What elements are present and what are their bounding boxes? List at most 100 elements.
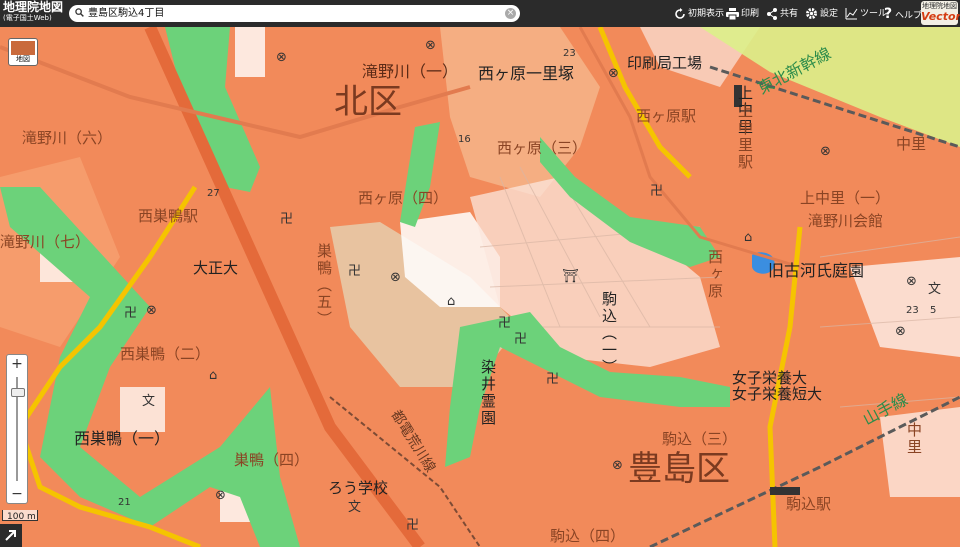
print-label: 印刷 [741, 9, 760, 19]
printer-icon [726, 7, 739, 20]
temple-icon: 卍 [124, 306, 138, 321]
app-brand[interactable]: 地理院地図 (電子国土Web) [3, 1, 63, 26]
shrine-icon: ⛩ [562, 269, 579, 284]
map-type-switch[interactable]: 地図 [8, 38, 38, 66]
police-icon: ⊗ [612, 458, 623, 473]
area-label: 巣鴨（五） [315, 243, 333, 328]
area-label: 西ヶ原一里塚 [478, 64, 575, 83]
search-box[interactable]: 豊島区駒込4丁目 × [69, 5, 520, 22]
facility-label: 旧古河氏庭園 [768, 261, 865, 280]
police-icon: ⊗ [895, 324, 906, 339]
gear-icon [806, 8, 817, 19]
temple-icon: 卍 [280, 212, 294, 227]
area-label: 駒込（四） [550, 527, 626, 545]
search-icon [75, 8, 84, 17]
police-icon: ⊗ [425, 38, 436, 53]
route-number: 21 [118, 497, 131, 508]
zoom-slider-handle[interactable] [11, 388, 25, 397]
area-label: 駒込（一） [600, 291, 618, 376]
temple-icon: 卍 [498, 316, 512, 331]
zoom-control: + − [6, 354, 28, 504]
area-label: 駒込（三） [662, 430, 738, 448]
vector-badge[interactable]: 地理院地図 Vector [921, 1, 960, 25]
initial-view-button[interactable]: 初期表示 [674, 5, 724, 23]
help-button[interactable]: ? ヘルプ [884, 5, 922, 23]
zoom-out-button[interactable]: − [7, 485, 27, 503]
facility-label: 女子栄養短大 [732, 385, 823, 403]
temple-icon: 卍 [514, 332, 528, 347]
area-label: 西ヶ原 [706, 249, 724, 300]
school-icon: 文 [348, 500, 362, 515]
facility-label: 大正大 [193, 259, 239, 277]
station-label: 上中里駅 [736, 103, 754, 171]
station-label: 西巣鴨駅 [138, 207, 199, 225]
settings-label: 設定 [820, 9, 839, 19]
vector-badge-bottom: Vector [921, 10, 960, 23]
expand-button[interactable] [0, 524, 22, 547]
area-label: 巣鴨（四） [234, 451, 310, 469]
area-label: 上中里（一） [800, 189, 891, 207]
facility-label: ろう学校 [328, 479, 389, 497]
tools-button[interactable]: ツール [845, 5, 887, 23]
facility-label: 印刷局工場 [627, 54, 703, 72]
route-number: 23 [906, 305, 919, 316]
facility-label: 滝野川会館 [808, 212, 884, 230]
area-label: 中里 [896, 135, 927, 153]
temple-icon: 卍 [650, 184, 664, 199]
app-subtitle: (電子国土Web) [3, 14, 52, 22]
school-icon: 文 [142, 394, 156, 409]
museum-icon: ⌂ [447, 294, 456, 309]
scale-bar: 100 m [2, 510, 38, 522]
ward-label-kita: 北区 [334, 82, 402, 122]
share-label: 共有 [780, 9, 799, 19]
temple-icon: 卍 [546, 372, 560, 387]
route-number: 23 [563, 48, 576, 59]
post-office-icon: ⊗ [608, 66, 619, 81]
area-label: 西巣鴨（二） [120, 345, 211, 363]
school-icon: 文 [928, 282, 942, 297]
area-label: 滝野川（七） [0, 233, 91, 251]
area-label: 中里 [905, 422, 923, 456]
museum-icon: ⌂ [209, 368, 218, 383]
station-label: 駒込駅 [786, 495, 832, 513]
clear-search-icon[interactable]: × [505, 8, 516, 19]
share-icon [767, 7, 777, 20]
map-base-layer [0, 27, 960, 547]
help-label: ヘルプ [895, 11, 923, 21]
route-number: 27 [207, 188, 220, 199]
settings-button[interactable]: 設定 [805, 5, 838, 23]
map-thumbnail [11, 41, 35, 55]
help-icon: ? [884, 6, 893, 22]
station-label: 西ヶ原駅 [636, 107, 697, 125]
temple-icon: 卍 [406, 518, 420, 533]
area-label: 西ヶ原（三） [497, 139, 588, 157]
toolbar: 地理院地図 (電子国土Web) 豊島区駒込4丁目 × 初期表示 印刷 共有 設定… [0, 0, 960, 27]
police-icon: ⊗ [215, 488, 226, 503]
tools-label: ツール [860, 9, 888, 19]
area-label: 西ヶ原（四） [358, 189, 449, 207]
post-office-icon: ⊗ [276, 50, 287, 65]
museum-icon: ⌂ [744, 230, 753, 245]
share-button[interactable]: 共有 [766, 5, 798, 23]
tools-icon [845, 8, 858, 20]
map-type-label: 地図 [16, 55, 30, 63]
search-input[interactable]: 豊島区駒込4丁目 [88, 6, 164, 21]
map-canvas[interactable]: 地図 + − 100 m 北区 豊島区 滝野川（一） 滝野川（六） 滝野川（七）… [0, 27, 960, 547]
area-label: 西巣鴨（一） [74, 429, 171, 448]
police-icon: ⊗ [906, 274, 917, 289]
reset-icon [675, 7, 685, 19]
area-label: 滝野川（一） [362, 62, 459, 81]
zoom-in-button[interactable]: + [7, 355, 27, 373]
facility-label: 染井霊園 [479, 359, 497, 427]
app-title: 地理院地図 [3, 0, 64, 14]
area-label: 滝野川（六） [22, 129, 113, 147]
expand-icon [5, 530, 16, 541]
temple-icon: 卍 [348, 264, 362, 279]
print-button[interactable]: 印刷 [726, 5, 759, 23]
initial-view-label: 初期表示 [688, 9, 725, 19]
police-icon: ⊗ [390, 270, 401, 285]
police-icon: ⊗ [820, 144, 831, 159]
route-number: 5 [930, 305, 937, 316]
route-number: 16 [458, 134, 471, 145]
police-icon: ⊗ [146, 303, 157, 318]
